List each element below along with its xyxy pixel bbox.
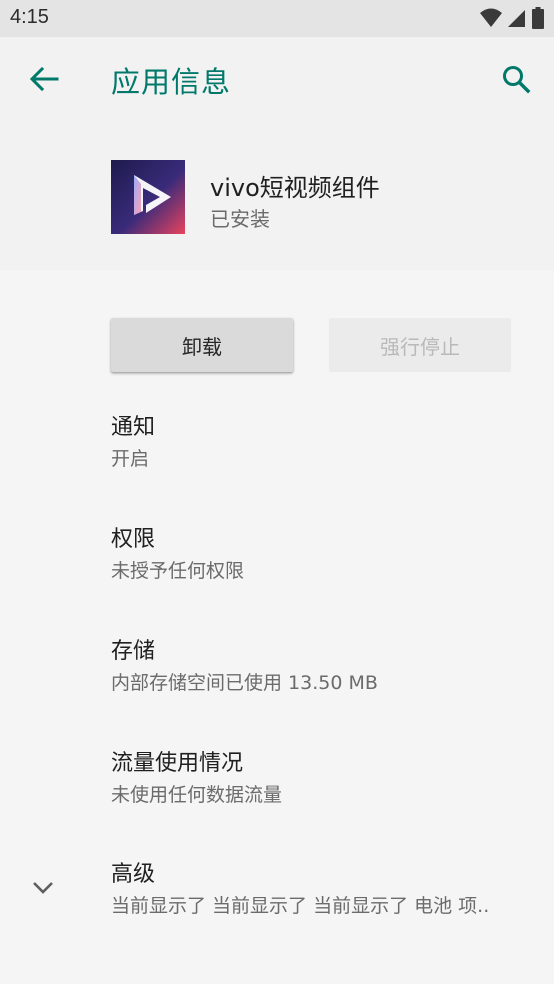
signal-icon [508,8,526,32]
status-icons [480,7,544,33]
app-install-status: 已安装 [210,207,270,231]
app-name: vivo短视频组件 [210,174,380,202]
uninstall-button[interactable]: 卸载 [111,318,293,372]
battery-icon [532,7,544,33]
app-header: vivo短视频组件 已安装 [0,123,554,270]
setting-item-permissions[interactable]: 权限 未授予任何权限 [111,526,531,584]
status-bar: 4:15 [0,0,554,37]
search-icon[interactable] [496,59,536,99]
setting-title: 通知 [111,415,156,440]
status-time: 4:15 [10,6,49,28]
setting-summary: 当前显示了 当前显示了 当前显示了 电池 项.. [111,895,490,917]
setting-summary: 开启 [111,448,150,470]
setting-item-advanced[interactable]: 高级 当前显示了 当前显示了 当前显示了 电池 项.. [111,861,531,919]
app-icon [111,160,185,234]
setting-summary: 未授予任何权限 [111,560,245,582]
setting-title: 存储 [111,639,156,664]
setting-item-data-usage[interactable]: 流量使用情况 未使用任何数据流量 [111,750,531,808]
setting-title: 流量使用情况 [111,751,244,776]
app-bar: 应用信息 [0,37,554,123]
setting-item-notifications[interactable]: 通知 开启 [111,414,531,472]
setting-title: 高级 [111,862,156,887]
setting-summary: 内部存储空间已使用 13.50 MB [111,672,378,694]
setting-summary: 未使用任何数据流量 [111,784,283,806]
setting-item-storage[interactable]: 存储 内部存储空间已使用 13.50 MB [111,638,531,696]
page-title: 应用信息 [111,65,232,99]
wifi-icon [480,8,502,32]
chevron-down-icon[interactable] [28,872,58,902]
setting-title: 权限 [111,527,156,552]
arrow-left-icon[interactable] [24,59,64,99]
force-stop-button[interactable]: 强行停止 [329,318,511,372]
